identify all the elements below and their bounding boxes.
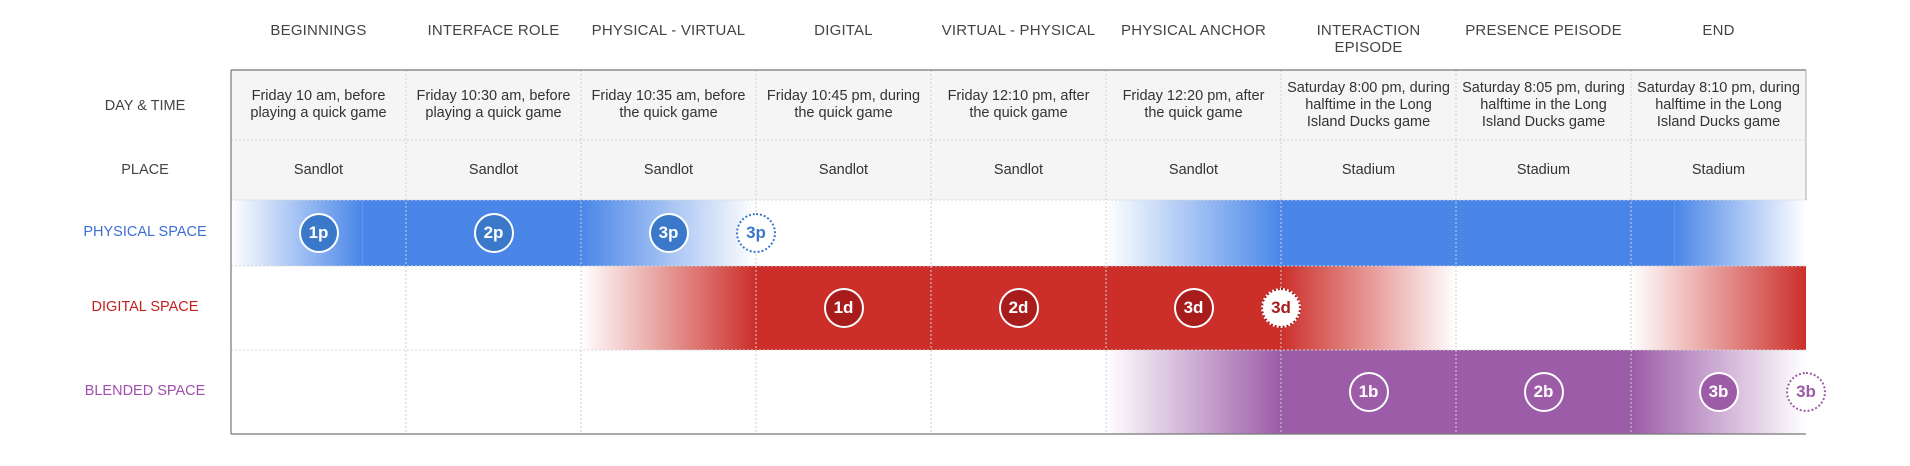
day-time-cell: Friday 10:35 am, before the quick game	[591, 88, 746, 121]
place-cell: Sandlot	[293, 161, 344, 178]
row-label-day-time: DAY & TIME	[104, 98, 186, 114]
day-time-cell: Friday 10:30 am, before playing a quick …	[416, 88, 571, 121]
column-header: PHYSICAL - VIRTUAL	[591, 22, 746, 39]
digital-band	[581, 266, 756, 350]
place-cell: Sandlot	[643, 161, 694, 178]
blended-marker: 2b	[1523, 372, 1564, 412]
day-time-cell: Saturday 8:05 pm, during halftime in the…	[1462, 79, 1625, 130]
place-cell: Sandlot	[993, 161, 1044, 178]
column-header: END	[1702, 22, 1735, 39]
day-time-cell: Friday 12:20 pm, after the quick game	[1122, 88, 1265, 121]
day-time-cell: Saturday 8:10 pm, during halftime in the…	[1637, 79, 1800, 130]
physical-band	[1281, 200, 1675, 266]
physical-band	[1674, 200, 1806, 266]
place-cell: Stadium	[1691, 161, 1746, 178]
row-label-digital-space: DIGITAL SPACE	[91, 299, 199, 315]
row-label-blended-space: BLENDED SPACE	[84, 383, 206, 399]
column-header: VIRTUAL - PHYSICAL	[941, 22, 1096, 39]
column-header: BEGINNINGS	[270, 22, 367, 39]
digital-band	[1631, 266, 1806, 350]
digital-band	[1281, 266, 1456, 350]
column-header: PRESENCE PEISODE	[1465, 22, 1622, 39]
place-cell: Sandlot	[818, 161, 869, 178]
physical-marker-outline: 3p	[736, 213, 776, 253]
physical-marker: 2p	[473, 213, 514, 253]
physical-band	[231, 200, 363, 266]
column-header: INTERFACE ROLE	[427, 22, 560, 39]
timeline-diagram: BEGINNINGS INTERFACE ROLE PHYSICAL - VIRTU…	[0, 0, 1910, 466]
place-cell: Sandlot	[468, 161, 519, 178]
digital-marker: 2d	[998, 288, 1039, 328]
place-cell: Stadium	[1516, 161, 1571, 178]
day-time-cell: Friday 10:45 pm, during the quick game	[766, 88, 921, 121]
physical-marker: 1p	[298, 213, 339, 253]
physical-marker: 3p	[648, 213, 689, 253]
column-header: PHYSICAL ANCHOR	[1121, 22, 1266, 39]
row-label-place: PLACE	[121, 162, 169, 178]
place-cell: Sandlot	[1168, 161, 1219, 178]
blended-marker: 1b	[1348, 372, 1389, 412]
day-time-cell: Friday 12:10 pm, after the quick game	[947, 88, 1090, 121]
digital-marker: 3d	[1173, 288, 1214, 328]
digital-marker-outline: 3d	[1261, 288, 1301, 328]
column-header: INTERACTION EPISODE	[1316, 22, 1421, 56]
blended-marker: 3b	[1698, 372, 1739, 412]
physical-band	[1106, 200, 1281, 266]
row-label-physical-space: PHYSICAL SPACE	[83, 224, 207, 240]
blended-band	[1106, 350, 1281, 434]
day-time-cell: Saturday 8:00 pm, during halftime in the…	[1287, 79, 1450, 130]
blended-marker-outline: 3b	[1786, 372, 1826, 412]
physical-band	[362, 200, 581, 266]
column-header: DIGITAL	[814, 22, 873, 39]
place-cell: Stadium	[1341, 161, 1396, 178]
digital-marker: 1d	[823, 288, 864, 328]
day-time-cell: Friday 10 am, before playing a quick gam…	[250, 88, 387, 121]
